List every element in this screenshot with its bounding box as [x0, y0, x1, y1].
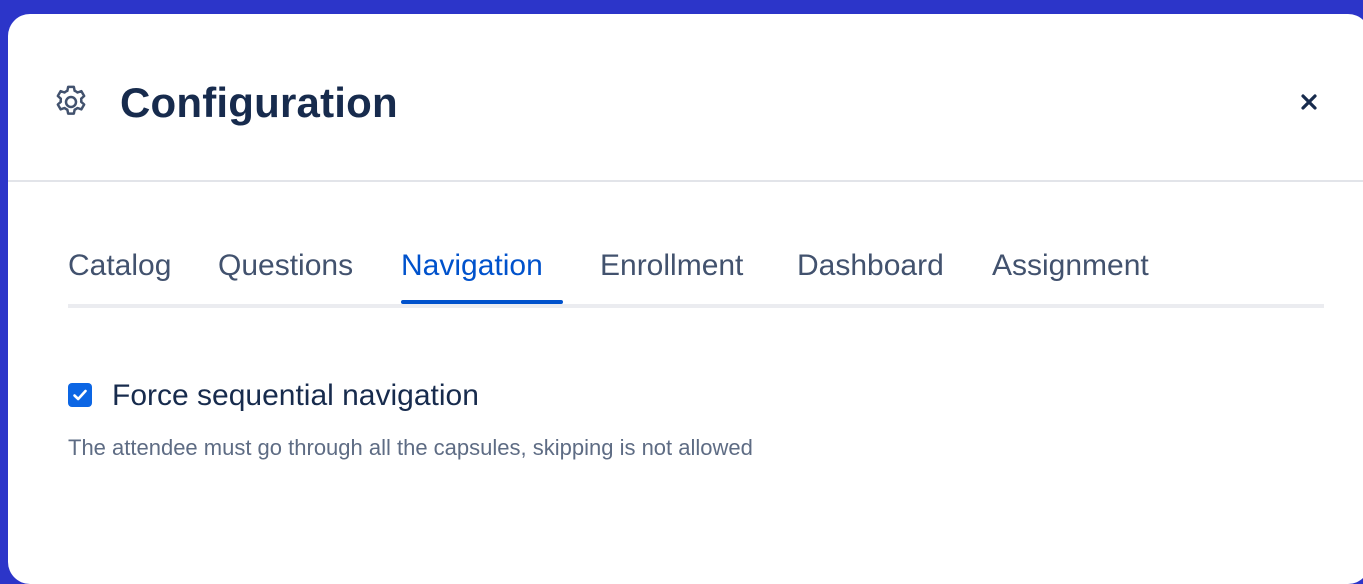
close-button[interactable]	[1293, 86, 1325, 118]
tab-dashboard[interactable]: Dashboard	[797, 244, 944, 302]
tab-catalog[interactable]: Catalog	[68, 244, 171, 302]
dialog-title: Configuration	[120, 79, 398, 126]
close-icon	[1301, 94, 1317, 110]
dialog-header: Configuration	[8, 14, 1363, 182]
tab-questions[interactable]: Questions	[218, 244, 353, 302]
configuration-dialog: Configuration Catalog Questions Navigati…	[8, 14, 1363, 584]
checkmark-icon	[73, 389, 87, 401]
config-tabs: Catalog Questions Navigation Enrollment …	[68, 244, 1324, 308]
tab-enrollment[interactable]: Enrollment	[600, 244, 743, 302]
tab-navigation[interactable]: Navigation	[401, 244, 543, 302]
gear-icon	[51, 82, 91, 122]
force-sequential-label[interactable]: Force sequential navigation	[112, 376, 479, 416]
force-sequential-checkbox[interactable]	[68, 383, 92, 407]
active-tab-indicator	[401, 300, 563, 304]
tab-assignment[interactable]: Assignment	[992, 244, 1149, 302]
force-sequential-description: The attendee must go through all the cap…	[68, 435, 753, 460]
